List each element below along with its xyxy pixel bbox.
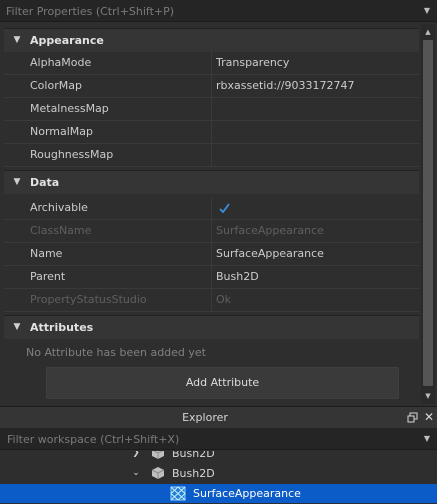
property-name: Archivable [30, 201, 88, 214]
add-attribute-button[interactable]: Add Attribute [46, 367, 399, 399]
part-icon [152, 451, 164, 459]
property-name: AlphaMode [30, 56, 92, 69]
section-title: Data [30, 176, 60, 189]
property-value: SurfaceAppearance [216, 224, 324, 237]
property-row-propertystatusstudio: PropertyStatusStudio Ok [4, 289, 419, 312]
scroll-up-arrow-icon[interactable]: ▲ [422, 26, 434, 38]
property-row-classname: ClassName SurfaceAppearance [4, 220, 419, 243]
tree-item-bush2d[interactable]: ⌄ Bush2D [0, 464, 437, 483]
column-divider[interactable] [211, 75, 212, 97]
column-divider [211, 220, 212, 242]
tree-item-label: Bush2D [172, 467, 215, 480]
column-divider[interactable] [211, 197, 212, 219]
float-window-icon[interactable] [407, 412, 418, 423]
no-attributes-text: No Attribute has been added yet [26, 346, 206, 359]
chevron-down-icon[interactable]: ⌄ [130, 467, 142, 479]
column-divider[interactable] [211, 266, 212, 288]
explorer-header: Explorer ✕ [0, 406, 437, 428]
filter-dropdown-icon[interactable]: ▼ [421, 432, 433, 446]
column-divider[interactable] [211, 243, 212, 265]
property-row-archivable[interactable]: Archivable [4, 197, 419, 220]
explorer-title: Explorer [182, 411, 228, 424]
property-row-alphamode[interactable]: AlphaMode Transparency [4, 52, 419, 75]
property-name: PropertyStatusStudio [30, 293, 147, 306]
property-name: ClassName [30, 224, 92, 237]
close-icon[interactable]: ✕ [423, 410, 435, 424]
filter-dropdown-icon[interactable]: ▼ [421, 4, 433, 18]
tree-item-label: SurfaceAppearance [193, 487, 301, 500]
scroll-down-arrow-icon[interactable]: ▼ [422, 390, 434, 402]
explorer-filter-input[interactable] [7, 431, 407, 447]
property-value[interactable] [216, 121, 416, 143]
chevron-down-icon[interactable]: ▼ [11, 176, 23, 188]
tree-item-surfaceappearance[interactable]: SurfaceAppearance [0, 484, 437, 503]
property-name: Parent [30, 270, 66, 283]
section-title: Attributes [30, 321, 94, 334]
property-row-roughnessmap[interactable]: RoughnessMap [4, 144, 419, 167]
properties-scrollbar[interactable]: ▲ ▼ [421, 24, 435, 404]
properties-filter-input[interactable] [6, 3, 406, 19]
column-divider[interactable] [211, 121, 212, 143]
property-value[interactable] [216, 144, 416, 166]
section-title: Appearance [30, 34, 104, 47]
property-value[interactable]: rbxassetid://9033172747 [216, 75, 416, 97]
chevron-right-icon[interactable]: ❯ [130, 451, 142, 459]
property-row-normalmap[interactable]: NormalMap [4, 121, 419, 144]
property-value: Ok [216, 293, 232, 306]
property-row-name[interactable]: Name SurfaceAppearance [4, 243, 419, 266]
property-value[interactable] [216, 98, 416, 120]
property-value[interactable]: Bush2D [216, 266, 416, 288]
column-divider[interactable] [211, 98, 212, 120]
explorer-filter-bar: ▼ [0, 428, 437, 450]
section-attributes[interactable]: ▼ Attributes [4, 315, 419, 339]
column-divider[interactable] [211, 52, 212, 74]
property-name: Name [30, 247, 63, 260]
tree-item-bush2d[interactable]: ❯ Bush2D [0, 451, 437, 463]
scrollbar-thumb[interactable] [423, 40, 433, 386]
property-value[interactable]: Transparency [216, 52, 416, 74]
section-appearance[interactable]: ▼ Appearance [4, 28, 419, 52]
chevron-down-icon[interactable]: ▼ [11, 34, 23, 46]
column-divider[interactable] [211, 144, 212, 166]
property-row-parent[interactable]: Parent Bush2D [4, 266, 419, 289]
explorer-tree: ❯ Bush2D ⌄ Bush2D SurfaceAppearance [0, 451, 437, 504]
property-name: ColorMap [30, 79, 82, 92]
column-divider [211, 289, 212, 311]
property-name: NormalMap [30, 125, 94, 138]
property-name: RoughnessMap [30, 148, 114, 161]
tree-item-label: Bush2D [172, 451, 215, 460]
properties-panel: ▼ Appearance AlphaMode Transparency Colo… [4, 28, 419, 404]
part-icon [151, 467, 165, 479]
properties-filter-bar: ▼ [0, 0, 437, 22]
surface-appearance-icon [170, 486, 186, 501]
section-data[interactable]: ▼ Data [4, 170, 419, 194]
checkmark-icon[interactable] [218, 202, 231, 215]
property-name: MetalnessMap [30, 102, 109, 115]
property-row-metalnessmap[interactable]: MetalnessMap [4, 98, 419, 121]
property-row-colormap[interactable]: ColorMap rbxassetid://9033172747 [4, 75, 419, 98]
property-value[interactable]: SurfaceAppearance [216, 243, 416, 265]
chevron-down-icon[interactable]: ▼ [11, 321, 23, 333]
